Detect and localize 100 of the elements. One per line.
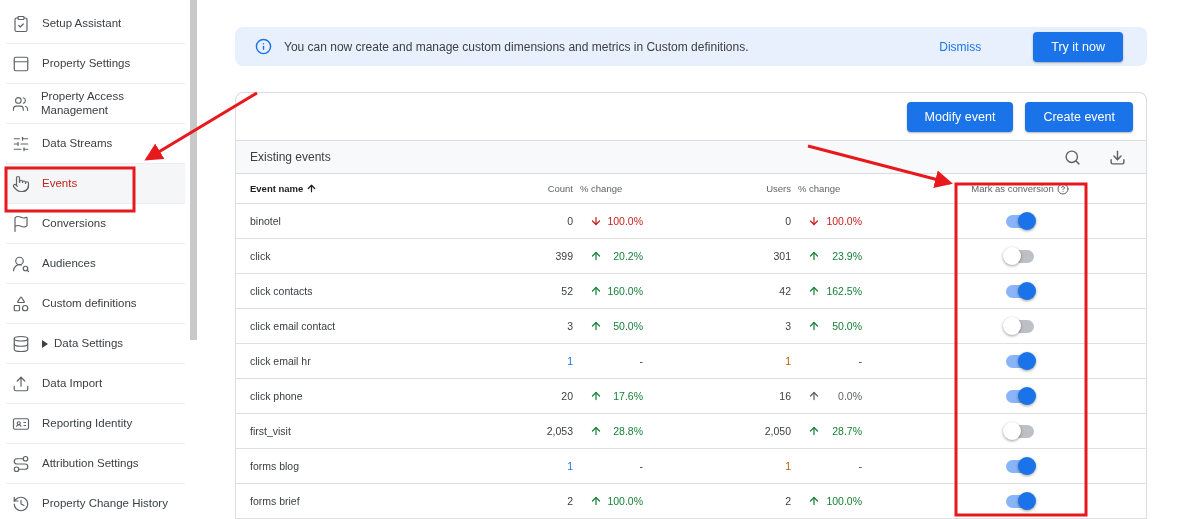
arrow-up-icon xyxy=(590,390,602,402)
sort-arrow-icon xyxy=(306,183,318,194)
event-name: click email hr xyxy=(250,355,312,367)
event-name: forms brief xyxy=(250,495,301,507)
conversion-toggle[interactable] xyxy=(1006,459,1034,473)
count-value: 1 xyxy=(566,355,573,367)
card-title: Existing events xyxy=(250,150,332,164)
users-value: 2 xyxy=(784,495,791,507)
download-icon[interactable] xyxy=(1109,148,1126,166)
arrow-up-icon xyxy=(808,285,820,297)
percent-change: 100.0% xyxy=(826,495,862,507)
users-value: 0 xyxy=(784,215,791,227)
event-name: click xyxy=(250,250,272,262)
banner-message: You can now create and manage custom dimensions and metrics in Custom definitions. xyxy=(284,39,750,54)
people-icon xyxy=(12,94,29,113)
try-it-now-button[interactable]: Try it now xyxy=(1033,31,1123,62)
sidebar-item[interactable]: Property Settings xyxy=(6,44,185,84)
info-icon xyxy=(255,38,272,55)
users-value: 1 xyxy=(784,355,791,367)
conversion-toggle[interactable] xyxy=(1006,354,1034,368)
conversion-toggle[interactable] xyxy=(1006,389,1034,403)
arrow-up-icon xyxy=(808,390,820,402)
sidebar-item[interactable]: Property Access Management xyxy=(6,84,185,124)
count-value: 399 xyxy=(554,250,573,262)
column-header[interactable]: Count xyxy=(500,183,573,194)
event-name: click phone xyxy=(250,390,304,402)
event-name: binotel xyxy=(250,215,282,227)
count-value: 52 xyxy=(560,285,573,297)
percent-change: 162.5% xyxy=(826,285,862,297)
sidebar-item[interactable]: Events xyxy=(6,164,185,204)
search-icon[interactable] xyxy=(1064,148,1081,166)
percent-change: 28.7% xyxy=(832,425,862,437)
percent-change: 50.0% xyxy=(832,320,862,332)
layout-icon xyxy=(12,54,30,73)
event-name: click email contact xyxy=(250,320,337,332)
count-value: 3 xyxy=(566,320,573,332)
users-value: 42 xyxy=(778,285,791,297)
column-header[interactable]: % change xyxy=(791,183,867,194)
conversion-toggle[interactable] xyxy=(1006,214,1034,228)
conversion-toggle[interactable] xyxy=(1006,319,1034,333)
arrow-up-icon xyxy=(590,495,602,507)
upload-icon xyxy=(12,374,30,393)
sidebar-item[interactable]: Conversions xyxy=(6,204,185,244)
percent-change: 50.0% xyxy=(613,320,643,332)
arrow-up-icon xyxy=(808,425,820,437)
users-value: 301 xyxy=(772,250,791,262)
conversion-toggle[interactable] xyxy=(1006,424,1034,438)
percent-change: 20.2% xyxy=(613,250,643,262)
percent-change: - xyxy=(639,355,643,367)
arrow-up-icon xyxy=(590,285,602,297)
sidebar-item[interactable]: Custom definitions xyxy=(6,284,185,324)
sidebar-item[interactable]: Data Import xyxy=(6,364,185,404)
percent-change: 100.0% xyxy=(607,215,643,227)
conversion-toggle[interactable] xyxy=(1006,494,1034,508)
percent-change: - xyxy=(858,460,862,472)
column-header[interactable]: Event name xyxy=(250,183,500,194)
database-icon xyxy=(12,334,30,353)
shapes-icon xyxy=(12,294,30,313)
event-name: click contacts xyxy=(250,285,314,297)
percent-change: 100.0% xyxy=(607,495,643,507)
flag-icon xyxy=(12,214,30,233)
pointing-hand-icon xyxy=(12,174,30,193)
column-header[interactable]: % change xyxy=(573,183,648,194)
event-name: first_visit xyxy=(250,425,292,437)
event-button[interactable]: Modify event xyxy=(906,101,1014,132)
count-value: 2,053 xyxy=(545,425,573,437)
users-value: 3 xyxy=(784,320,791,332)
users-value: 16 xyxy=(778,390,791,402)
sidebar-item[interactable]: Reporting Identity xyxy=(6,404,185,444)
history-icon xyxy=(12,494,30,513)
percent-change: - xyxy=(639,460,643,472)
column-header[interactable]: Mark as conversion xyxy=(940,182,1100,195)
sidebar-item[interactable]: Data Settings xyxy=(6,324,185,364)
sidebar-item[interactable]: Attribution Settings xyxy=(6,444,185,484)
percent-change: 100.0% xyxy=(826,215,862,227)
scrollbar[interactable] xyxy=(190,0,197,340)
person-search-icon xyxy=(12,254,30,273)
arrow-up-icon xyxy=(590,425,602,437)
percent-change: 28.8% xyxy=(613,425,643,437)
arrow-up-icon xyxy=(590,250,602,262)
sidebar-item[interactable]: Property Change History xyxy=(6,484,185,519)
percent-change: 0.0% xyxy=(838,390,862,402)
column-header[interactable]: Users xyxy=(648,183,791,194)
percent-change: 23.9% xyxy=(832,250,862,262)
arrow-up-icon xyxy=(808,250,820,262)
count-value: 20 xyxy=(560,390,573,402)
conversion-toggle[interactable] xyxy=(1006,284,1034,298)
clipboard-check-icon xyxy=(12,14,30,33)
event-name: forms blog xyxy=(250,460,301,472)
count-value: 2 xyxy=(566,495,573,507)
event-button[interactable]: Create event xyxy=(1025,101,1133,132)
sliders-icon xyxy=(12,134,30,153)
dismiss-link[interactable]: Dismiss xyxy=(939,39,982,54)
conversion-toggle[interactable] xyxy=(1006,249,1034,263)
count-value: 1 xyxy=(566,460,573,472)
sidebar-item[interactable]: Setup Assistant xyxy=(6,4,185,44)
count-value: 0 xyxy=(566,215,573,227)
percent-change: 17.6% xyxy=(613,390,643,402)
route-icon xyxy=(12,454,30,473)
sidebar-item[interactable]: Audiences xyxy=(6,244,185,284)
